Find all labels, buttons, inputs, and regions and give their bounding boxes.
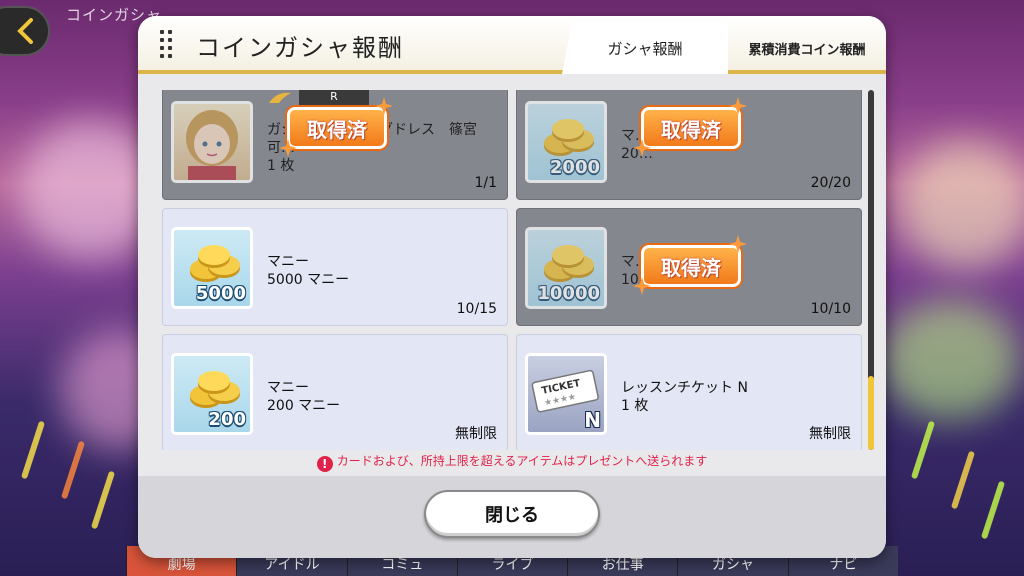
close-button[interactable]: 閉じる [424,490,600,538]
ticket-thumbnail: TICKET ★★★★ N [525,353,607,435]
sparkle-icon [633,277,651,295]
coin-stack-icon [190,371,240,408]
coin-stack-icon [544,245,594,282]
reward-item: 200 マニー 200 マニー 無制限 [162,334,508,450]
idol-card-portrait [171,101,253,183]
coin-amount-label: 10000 [537,283,600,304]
coin-stack-icon [190,245,240,282]
sparkle-icon [633,139,651,157]
reward-qty: 1 枚 [267,158,295,174]
rarity-badge: R [299,90,369,105]
money-thumbnail: 200 [171,353,253,435]
reward-item: 5000 マニー 5000 マニー 10/15 [162,208,508,326]
coin-amount-label: 5000 [195,283,246,304]
coin-stack-icon [544,119,594,156]
reward-desc: 200 マニー [267,398,341,414]
tab-cumulative-coin-reward[interactable]: 累積消費コイン報酬 [728,22,886,74]
reward-name: マニー [267,380,309,396]
money-thumbnail: 10000 [525,227,607,309]
dialog-title: コインガシャ報酬 [196,34,404,62]
warning-icon: ! [316,456,333,472]
reward-item: R ガシャ ングドレス 篠宮 可… 1 枚 1/1 取得済 [162,90,508,200]
reward-count: 10/15 [456,301,497,317]
sparkle-icon [279,139,297,157]
scrollbar-thumb[interactable] [868,376,874,450]
money-thumbnail: 5000 [171,227,253,309]
reward-desc: 1 枚 [621,398,649,414]
dialog-footer: 閉じる [138,476,886,558]
sparkle-icon [729,235,747,253]
claimed-stamp: 取得済 [641,245,741,287]
money-thumbnail: 2000 [525,101,607,183]
tab-gacha-reward[interactable]: ガシャ報酬 [562,22,728,74]
back-button[interactable] [0,6,50,56]
coin-amount-label: 2000 [549,157,600,178]
reward-count: 10/10 [810,301,851,317]
reward-count: 1/1 [474,175,497,191]
reward-desc: 5000 マニー [267,272,350,288]
grip-icon [160,30,174,60]
sparkle-icon [375,97,393,115]
ticket-grade-label: N [584,408,601,432]
claimed-stamp: 取得済 [287,107,387,149]
reward-list-scrollbar[interactable] [868,90,874,450]
notice-text: カードおよび、所持上限を超えるアイテムはプレゼントへ送られます [336,454,708,468]
reward-item: TICKET ★★★★ N レッスンチケット N 1 枚 無制限 [516,334,862,450]
reward-name: レッスンチケット N [621,380,748,396]
reward-count: 無制限 [455,426,497,442]
reward-dialog: コインガシャ報酬 ガシャ報酬 累積消費コイン報酬 R ングドレス 篠宮 1 枚 … [138,16,886,558]
claimed-stamp: 取得済 [641,107,741,149]
chevron-left-icon [17,18,33,44]
rarity-wing-icon [269,92,291,103]
reward-count: 20/20 [810,175,851,191]
reward-list[interactable]: R ガシャ ングドレス 篠宮 可… 1 枚 1/1 取得済 [162,90,862,450]
sparkle-icon [729,97,747,115]
reward-count: 無制限 [809,426,851,442]
present-notice: ! カードおよび、所持上限を超えるアイテムはプレゼントへ送られます [138,452,886,472]
coin-amount-label: 200 [208,409,246,430]
dialog-header: コインガシャ報酬 ガシャ報酬 累積消費コイン報酬 [138,16,886,74]
reward-item: 10000 マ… 10… 10/10 取得済 [516,208,862,326]
reward-item: 2000 マ… 20… 20/20 取得済 [516,90,862,200]
reward-name: マニー [267,254,309,270]
